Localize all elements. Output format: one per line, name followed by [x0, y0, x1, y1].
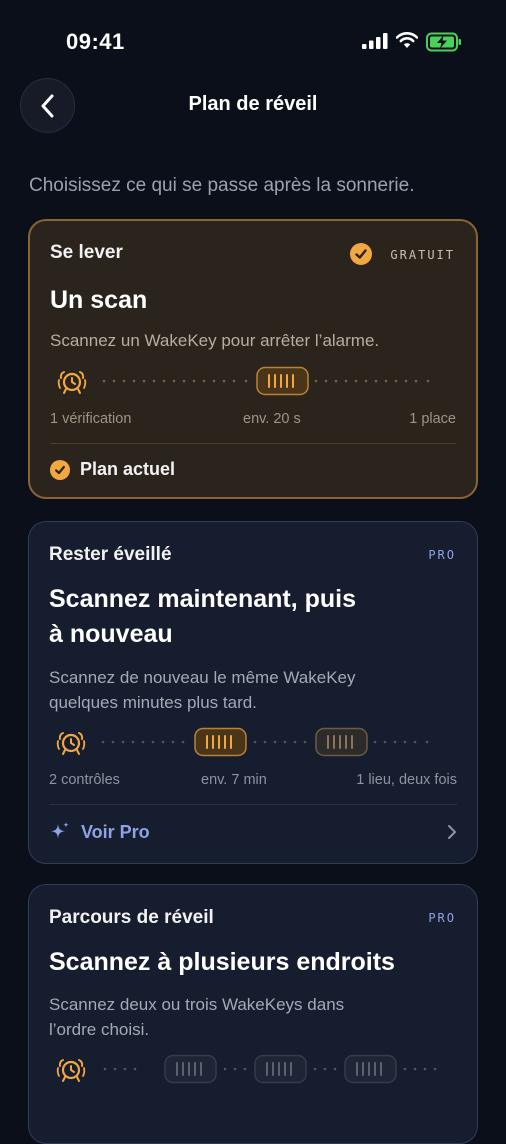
- check-circle-icon: [350, 243, 372, 265]
- card-title: Scannez maintenant, puis à nouveau: [49, 582, 356, 652]
- battery-charging-icon: [426, 32, 461, 52]
- see-pro-link[interactable]: Voir Pro: [49, 821, 150, 843]
- card-description-line: l’ordre choisi.: [49, 1020, 150, 1039]
- metric-checks: 2 contrôles: [49, 772, 120, 788]
- intro-text: Choisissez ce qui se passe après la sonn…: [29, 175, 415, 196]
- card-category: Se lever: [50, 242, 123, 263]
- card-description: Scannez deux ou trois WakeKeys dans l’or…: [49, 992, 469, 1042]
- card-description-line: quelques minutes plus tard.: [49, 693, 257, 712]
- wakekey-icon: [344, 1054, 397, 1084]
- scan-timeline: [56, 1054, 437, 1084]
- wakekey-icon: [256, 366, 309, 396]
- metric-checks: 1 vérification: [50, 411, 132, 427]
- see-pro-label: Voir Pro: [81, 821, 150, 842]
- card-description-line: Scannez de nouveau le même WakeKey: [49, 668, 356, 687]
- plan-metrics: 2 contrôles env. 7 min 1 lieu, deux fois: [49, 772, 457, 792]
- free-badge: GRATUIT: [390, 248, 455, 262]
- plan-card-single-scan[interactable]: Se lever GRATUIT Un scan Scannez un Wake…: [28, 219, 478, 499]
- metric-duration: env. 20 s: [243, 411, 301, 427]
- check-circle-icon: [50, 459, 70, 480]
- cellular-signal-icon: [362, 33, 388, 49]
- scan-timeline: [57, 366, 430, 396]
- chevron-right-icon: [448, 825, 456, 839]
- divider: [49, 804, 457, 805]
- card-category: Parcours de réveil: [49, 907, 214, 928]
- divider: [50, 443, 456, 444]
- card-category: Rester éveillé: [49, 544, 172, 565]
- card-title-line: à nouveau: [49, 620, 173, 648]
- plan-card-wake-route[interactable]: Parcours de réveil PRO Scannez à plusieu…: [28, 884, 478, 1144]
- card-description: Scannez de nouveau le même WakeKey quelq…: [49, 665, 469, 715]
- alarm-clock-icon: [56, 732, 86, 755]
- status-bar: 09:41: [0, 0, 506, 84]
- metric-duration: env. 7 min: [201, 772, 267, 788]
- sparkle-icon: [51, 822, 69, 839]
- card-description-line: Scannez deux ou trois WakeKeys dans: [49, 995, 345, 1014]
- alarm-clock-icon: [57, 371, 87, 394]
- page-title: Plan de réveil: [188, 93, 318, 115]
- status-time: 09:41: [66, 29, 125, 54]
- pro-badge: PRO: [428, 548, 456, 562]
- wakekey-icon: [254, 1054, 307, 1084]
- wakekey-icon: [164, 1054, 217, 1084]
- wakekey-icon: [194, 727, 247, 757]
- plan-metrics: 1 vérification env. 20 s 1 place: [50, 411, 456, 431]
- metric-places: 1 lieu, deux fois: [356, 772, 457, 788]
- card-description: Scannez un WakeKey pour arrêter l’alarme…: [50, 331, 380, 350]
- pro-badge: PRO: [428, 911, 456, 925]
- current-plan-indicator: Plan actuel: [50, 459, 175, 480]
- card-title: Scannez à plusieurs endroits: [49, 948, 395, 976]
- card-title-line: Scannez maintenant, puis: [49, 585, 357, 613]
- alarm-clock-icon: [56, 1059, 86, 1082]
- wakekey-icon: [315, 727, 368, 757]
- plan-card-stay-awake[interactable]: Rester éveillé PRO Scannez maintenant, p…: [28, 521, 478, 864]
- wifi-icon: [396, 32, 418, 48]
- card-title: Un scan: [50, 286, 148, 314]
- scan-timeline: [56, 727, 429, 757]
- metric-places: 1 place: [409, 411, 456, 427]
- current-plan-label: Plan actuel: [80, 459, 176, 479]
